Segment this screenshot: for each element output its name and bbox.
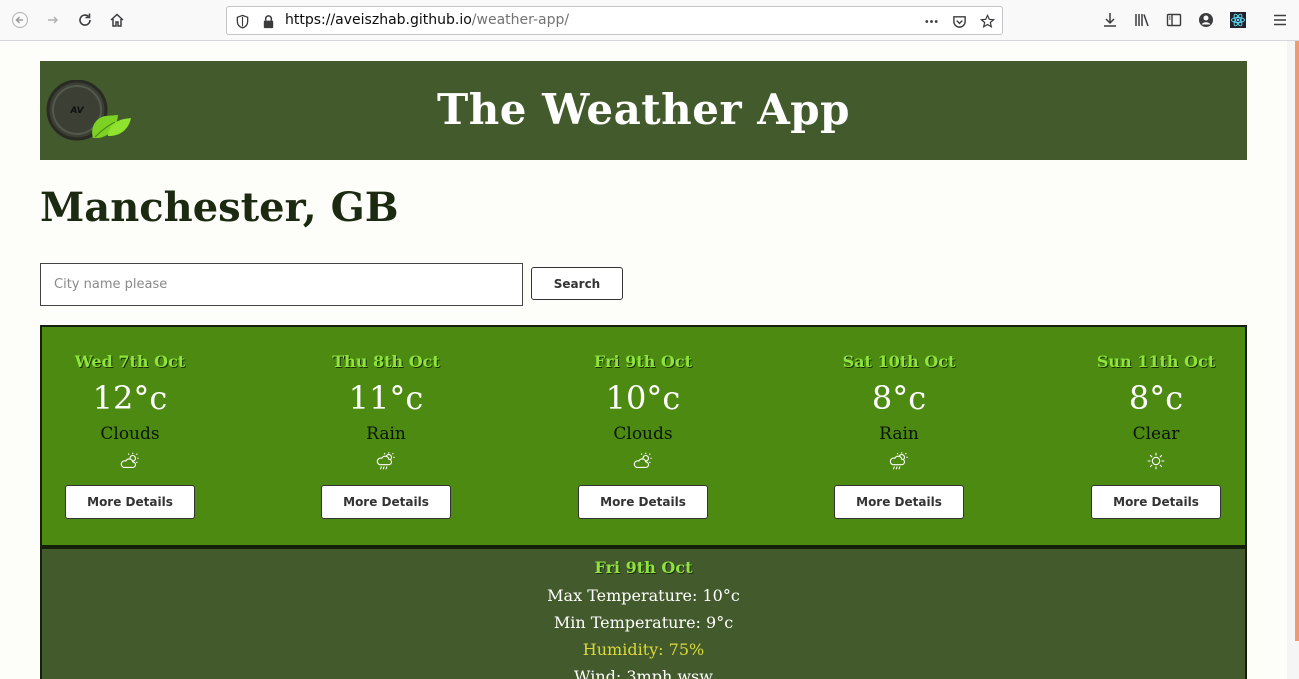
url-path: /weather-app/ xyxy=(471,12,570,28)
forecast-day-label: Sun 11th Oct xyxy=(1096,352,1216,371)
more-details-button[interactable]: More Details xyxy=(321,485,451,519)
cloud-sun-icon xyxy=(631,449,655,473)
city-heading: Manchester, GB xyxy=(40,184,399,231)
details-max-temp: Max Temperature: 10°c xyxy=(547,586,740,605)
forecast-condition: Clouds xyxy=(100,424,160,444)
forecast-day-card: Wed 7th Oct 12°c Clouds More Details xyxy=(30,351,230,519)
forecast-day-label: Sat 10th Oct xyxy=(842,352,956,371)
forecast-day-card: Thu 8th Oct 11°c Rain More Details xyxy=(286,351,486,519)
more-details-button[interactable]: More Details xyxy=(65,485,195,519)
details-humidity: Humidity: 75% xyxy=(582,640,705,659)
menu-icon[interactable] xyxy=(1268,8,1292,32)
forward-icon[interactable] xyxy=(41,8,65,32)
scroll-accent xyxy=(1295,41,1299,641)
rain-sun-icon xyxy=(374,449,398,473)
url-bar[interactable]: https://aveiszhab.github.io/weather-app/ xyxy=(226,6,1003,35)
forecast-day-label: Wed 7th Oct xyxy=(74,352,186,371)
reload-icon[interactable] xyxy=(73,8,97,32)
sidebar-icon[interactable] xyxy=(1162,8,1186,32)
cloud-sun-icon xyxy=(118,449,142,473)
details-wind: Wind: 3mph wsw xyxy=(574,667,713,679)
forecast-temperature: 10°c xyxy=(605,379,681,417)
forecast-condition: Clear xyxy=(1132,424,1180,444)
browser-toolbar: https://aveiszhab.github.io/weather-app/ xyxy=(0,0,1299,41)
forecast-condition: Rain xyxy=(879,424,919,444)
shield-icon[interactable] xyxy=(234,13,250,29)
react-devtools-icon[interactable] xyxy=(1226,8,1250,32)
more-actions-icon[interactable] xyxy=(923,13,939,29)
bookmark-star-icon[interactable] xyxy=(979,13,995,29)
details-min-temp: Min Temperature: 9°c xyxy=(553,613,734,632)
back-icon[interactable] xyxy=(8,8,32,32)
forecast-panel: Wed 7th Oct 12°c Clouds More Details Thu… xyxy=(40,325,1247,547)
details-panel: Fri 9th Oct Max Temperature: 10°c Min Te… xyxy=(40,547,1247,679)
url-host: https://aveiszhab.github.io xyxy=(285,12,472,28)
forecast-temperature: 11°c xyxy=(348,379,424,417)
downloads-icon[interactable] xyxy=(1098,8,1122,32)
url-text[interactable]: https://aveiszhab.github.io/weather-app/ xyxy=(285,12,569,28)
sun-icon xyxy=(1144,449,1168,473)
forecast-day-label: Fri 9th Oct xyxy=(594,352,692,371)
forecast-condition: Clouds xyxy=(613,424,673,444)
forecast-day-label: Thu 8th Oct xyxy=(332,352,440,371)
details-day-label: Fri 9th Oct xyxy=(594,558,693,577)
search-button[interactable]: Search xyxy=(531,267,623,300)
account-icon[interactable] xyxy=(1194,8,1218,32)
pocket-icon[interactable] xyxy=(951,13,967,29)
home-icon[interactable] xyxy=(105,8,129,32)
forecast-day-card: Sun 11th Oct 8°c Clear More Details xyxy=(1056,351,1256,519)
app-header: AV The Weather App xyxy=(40,61,1247,160)
forecast-temperature: 8°c xyxy=(871,379,927,417)
forecast-temperature: 8°c xyxy=(1128,379,1184,417)
forecast-condition: Rain xyxy=(366,424,406,444)
forecast-day-card: Sat 10th Oct 8°c Rain More Details xyxy=(799,351,999,519)
more-details-button[interactable]: More Details xyxy=(834,485,964,519)
library-icon[interactable] xyxy=(1130,8,1154,32)
lock-icon[interactable] xyxy=(260,13,276,29)
search-input[interactable] xyxy=(40,263,523,306)
rain-sun-icon xyxy=(887,449,911,473)
forecast-temperature: 12°c xyxy=(92,379,168,417)
app-title: The Weather App xyxy=(436,85,851,134)
more-details-button[interactable]: More Details xyxy=(578,485,708,519)
forecast-day-card: Fri 9th Oct 10°c Clouds More Details xyxy=(543,351,743,519)
more-details-button[interactable]: More Details xyxy=(1091,485,1221,519)
